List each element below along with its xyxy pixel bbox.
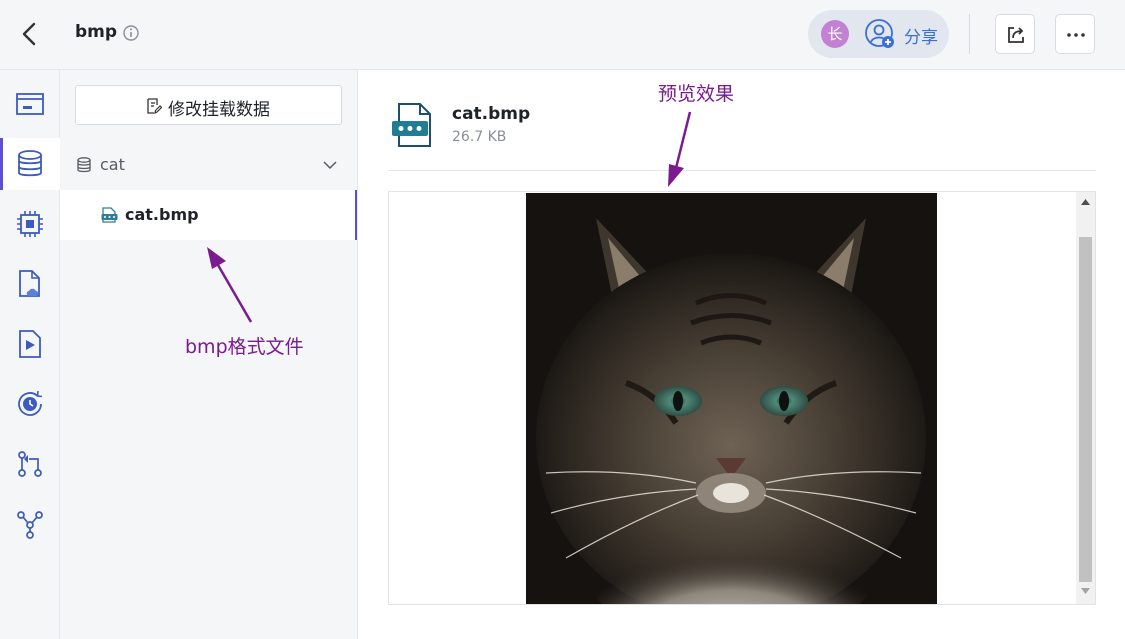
more-button[interactable] (1055, 14, 1095, 54)
database-icon (18, 150, 42, 177)
rail-item-merge[interactable] (0, 438, 60, 490)
export-icon (1008, 27, 1024, 43)
rail-item-compute[interactable] (0, 198, 60, 250)
edit-doc-icon (147, 98, 162, 114)
avatar[interactable]: 长 (821, 20, 849, 48)
rail-item-media[interactable] (0, 318, 60, 370)
scroll-thumb[interactable] (1079, 237, 1092, 582)
page-title: bmp (75, 22, 118, 42)
tree-folder-cat[interactable]: cat (60, 145, 358, 185)
rail-item-branch[interactable] (0, 498, 60, 550)
image-preview-frame (388, 191, 1096, 605)
preview-file-name: cat.bmp (452, 104, 531, 124)
cloud-file-icon (19, 270, 40, 297)
rail-item-datasets[interactable] (0, 138, 60, 190)
annotation-bmp-file: bmp格式文件 (185, 336, 304, 358)
rail-item-history[interactable] (0, 378, 60, 430)
header-divider (969, 14, 970, 54)
rail-item-cloud-files[interactable] (0, 258, 60, 310)
export-button[interactable] (995, 14, 1035, 54)
rail-item-files[interactable] (0, 78, 60, 130)
share-button[interactable]: 分享 (904, 23, 938, 48)
merge-icon (18, 451, 42, 477)
fork-icon (17, 511, 43, 539)
tree-folder-label: cat (100, 155, 125, 174)
tree-file-label: cat.bmp (125, 205, 199, 224)
folder-icon (16, 93, 44, 115)
image-file-icon (101, 207, 118, 223)
info-icon[interactable] (122, 24, 140, 42)
preview-scrollbar[interactable] (1076, 192, 1095, 604)
preview-file-size: 26.7 KB (452, 129, 507, 145)
tree-file-cat-bmp[interactable]: cat.bmp (60, 190, 357, 240)
history-icon (18, 390, 43, 416)
share-group: 长 分享 (808, 10, 949, 58)
edit-mount-data-button[interactable]: 修改挂载数据 (75, 85, 342, 125)
chevron-down-icon[interactable] (323, 158, 337, 172)
left-nav-rail (0, 70, 60, 639)
back-arrow-icon (22, 22, 36, 46)
preview-divider (388, 170, 1096, 171)
scroll-down-icon[interactable] (1081, 588, 1090, 594)
play-file-icon (19, 330, 41, 358)
add-user-icon[interactable] (864, 18, 896, 50)
bmp-file-icon (392, 103, 431, 147)
cat-photo (526, 193, 937, 604)
file-preview-pane: cat.bmp 26.7 KB (358, 70, 1125, 639)
scroll-up-icon[interactable] (1081, 199, 1090, 205)
more-icon (1067, 33, 1085, 37)
annotation-preview-effect: 预览效果 (658, 83, 735, 105)
database-icon (77, 157, 91, 173)
back-button[interactable] (16, 20, 44, 48)
chip-icon (17, 211, 43, 237)
edit-mount-data-label: 修改挂载数据 (168, 100, 270, 120)
top-bar: bmp 长 分享 (0, 0, 1125, 70)
